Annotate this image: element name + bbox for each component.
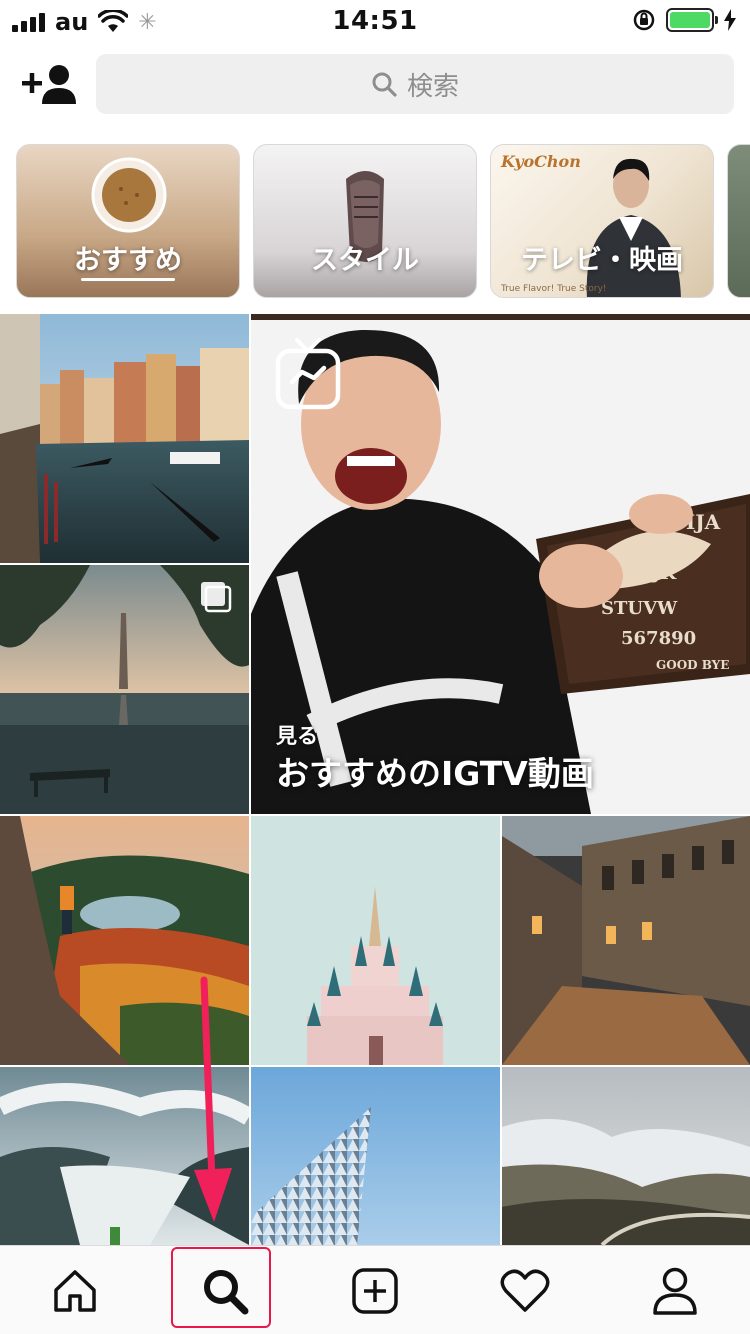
charging-icon [724, 9, 736, 31]
selected-indicator [81, 278, 175, 281]
pointer-arrow-annotation [194, 976, 232, 1222]
post-thumbnail-building[interactable] [251, 1067, 500, 1245]
home-icon [54, 1269, 96, 1312]
post-thumbnail-mountain-road[interactable] [502, 1067, 750, 1245]
add-person-icon[interactable] [22, 64, 78, 104]
search-placeholder: 検索 [406, 71, 459, 102]
search-input[interactable]: 検索 [96, 54, 734, 114]
tab-home[interactable] [0, 1246, 150, 1334]
svg-text:567890: 567890 [621, 628, 696, 649]
tab-activity[interactable] [450, 1246, 600, 1334]
bottom-tab-bar [0, 1245, 750, 1334]
post-thumbnail-monument[interactable] [0, 565, 249, 814]
topic-card-next[interactable] [727, 144, 750, 298]
svg-text:KyoChon: KyoChon [500, 152, 581, 171]
tab-profile[interactable] [600, 1246, 750, 1334]
igtv-watch-label: 見る [276, 724, 318, 748]
multiple-photos-icon [201, 582, 232, 613]
post-thumbnail-castle[interactable] [251, 816, 500, 1065]
topic-card-style[interactable]: スタイル [253, 144, 477, 298]
topic-label: スタイル [311, 245, 419, 276]
battery-icon [666, 8, 718, 32]
igtv-icon [275, 338, 341, 410]
post-thumbnail-venice[interactable] [0, 314, 249, 563]
svg-text:True Flavor! True Story!: True Flavor! True Story! [500, 284, 607, 294]
rotation-lock-icon [633, 9, 655, 31]
profile-icon [653, 1267, 697, 1315]
svg-text:GOOD BYE: GOOD BYE [656, 658, 729, 672]
topic-label: テレビ・映画 [521, 245, 683, 276]
search-icon [372, 72, 397, 97]
igtv-video-tile[interactable]: OUIJA GHIJK STUVW 567890 GOOD BYE [251, 314, 750, 814]
tab-add-post[interactable] [300, 1246, 450, 1334]
post-thumbnail-old-street[interactable] [502, 816, 750, 1065]
topic-label: おすすめ [74, 245, 182, 276]
add-post-icon [352, 1267, 398, 1314]
topic-card-recommended[interactable]: おすすめ [16, 144, 240, 298]
svg-text:STUVW: STUVW [601, 598, 678, 619]
heart-icon [500, 1269, 550, 1312]
igtv-title[interactable]: おすすめのIGTV動画 [276, 747, 594, 795]
topic-channels: おすすめ スタイル KyoChon True Flavor! True Stor… [16, 144, 750, 298]
topic-card-tv-movies[interactable]: KyoChon True Flavor! True Story! テレビ・映画 [490, 144, 714, 298]
status-bar: au ✳ 14:51 [0, 0, 750, 42]
search-tab-highlight-annotation [171, 1247, 271, 1328]
